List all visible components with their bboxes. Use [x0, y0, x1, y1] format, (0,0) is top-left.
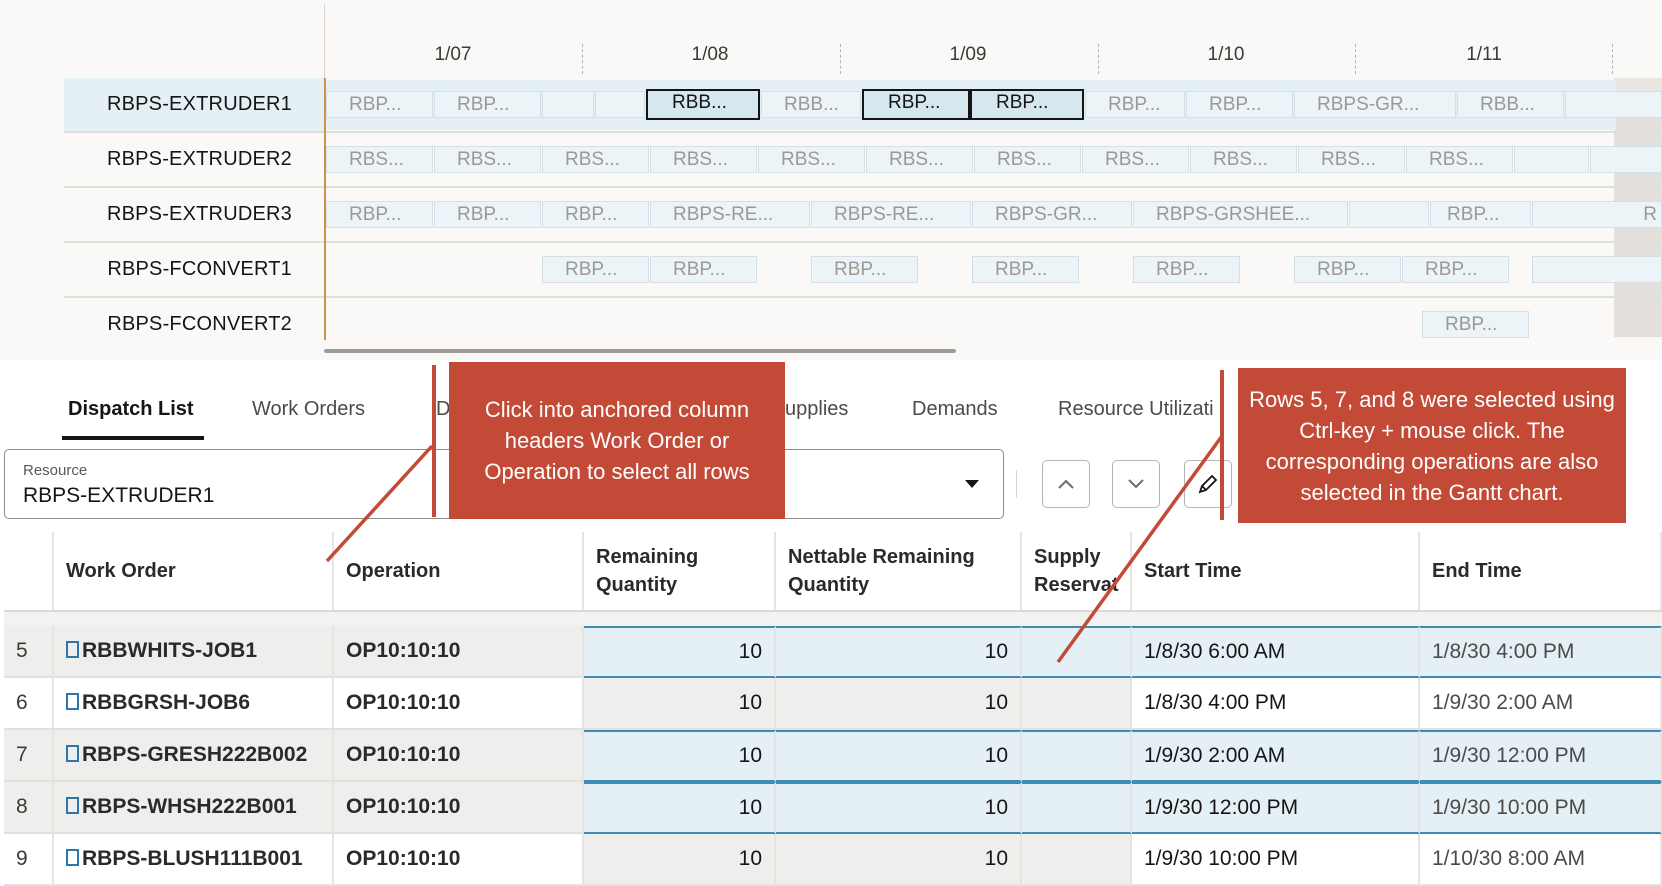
left-callout-bar	[432, 365, 436, 517]
left-callout-pointer	[325, 444, 434, 563]
left-callout: Click into anchored column headers Work …	[449, 362, 785, 519]
right-callout: Rows 5, 7, and 8 were selected using Ctr…	[1238, 368, 1626, 523]
right-callout-bar	[1220, 370, 1224, 520]
right-callout-pointer	[1056, 434, 1224, 664]
